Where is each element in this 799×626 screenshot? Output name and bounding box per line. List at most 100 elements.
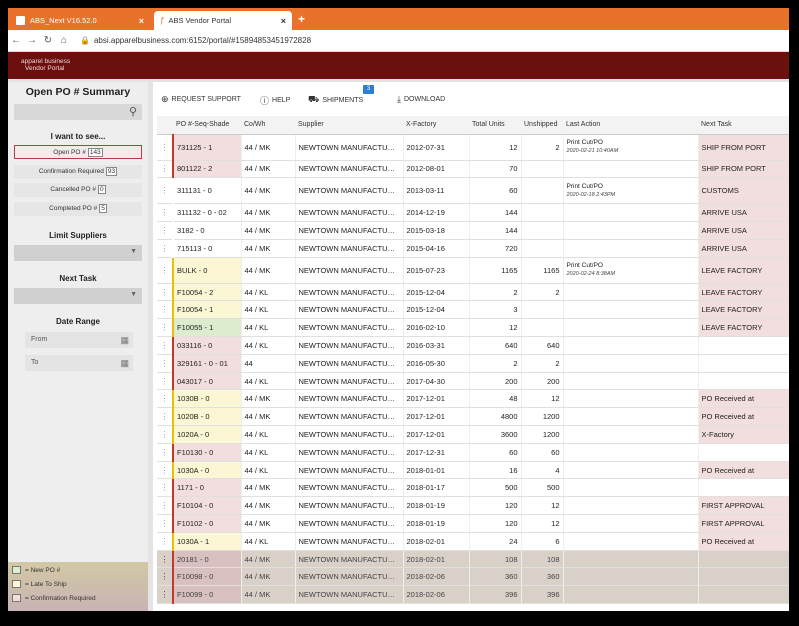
help-button[interactable]: ⓘ HELP: [260, 94, 290, 107]
cell-total-units: 12: [469, 134, 522, 161]
table-row[interactable]: ⋮ F10102 - 0 44 / MK NEWTOWN MANUFACTURI...…: [157, 514, 789, 533]
filter-open-po[interactable]: Open PO #143: [14, 145, 142, 159]
search-input[interactable]: ⚲: [14, 104, 142, 120]
row-drag-handle-icon[interactable]: ⋮: [157, 425, 174, 444]
table-row[interactable]: ⋮ 311132 - 0 - 02 44 / MK NEWTOWN MANUFACTU…: [157, 203, 789, 223]
table-row[interactable]: ⋮ F10099 - 0 44 / MK NEWTOWN MANUFACTURI...…: [157, 585, 789, 605]
row-drag-handle-icon[interactable]: ⋮: [157, 283, 174, 302]
calendar-icon[interactable]: ▦: [120, 332, 129, 348]
next-task-select[interactable]: ▼: [14, 288, 142, 304]
table-row[interactable]: ⋮ 1020A - 0 44 / KL NEWTOWN MANUFACTURI... 2…: [157, 425, 789, 444]
table-row[interactable]: ⋮ BULK - 0 44 / MK NEWTOWN MANUFACTURI... 20…: [157, 257, 789, 284]
download-button[interactable]: ⤓ DOWNLOAD: [397, 94, 445, 105]
reload-icon[interactable]: ↻: [40, 35, 56, 46]
row-drag-handle-icon[interactable]: ⋮: [157, 496, 174, 516]
row-drag-handle-icon[interactable]: ⋮: [157, 478, 174, 498]
column-header-next-task[interactable]: Next Task: [698, 116, 789, 135]
filter-completed-po[interactable]: Completed PO #5: [14, 202, 142, 216]
table-row[interactable]: ⋮ 1171 - 0 44 / MK NEWTOWN MANUFACTURI... 20…: [157, 478, 789, 498]
frame-border: [0, 0, 799, 8]
row-drag-handle-icon[interactable]: ⋮: [157, 372, 174, 391]
date-to-input[interactable]: To ▦: [25, 355, 133, 371]
supplier-select[interactable]: ▼: [14, 245, 142, 261]
row-drag-handle-icon[interactable]: ⋮: [157, 461, 174, 480]
brand-logo[interactable]: apparel business Vendor Portal: [21, 58, 70, 72]
column-header-last-action[interactable]: Last Action: [563, 116, 698, 135]
table-row[interactable]: ⋮ 311131 - 0 44 / MK NEWTOWN MANUFACTURI...…: [157, 177, 789, 205]
row-drag-handle-icon[interactable]: ⋮: [157, 550, 174, 569]
forward-icon[interactable]: →: [24, 35, 40, 46]
row-drag-handle-icon[interactable]: ⋮: [157, 203, 174, 223]
cell-co-wh: 44 / MK: [241, 407, 296, 427]
row-drag-handle-icon[interactable]: ⋮: [157, 514, 174, 533]
column-header-unshipped[interactable]: Unshipped: [521, 116, 563, 135]
cell-total-units: 144: [469, 203, 522, 223]
table-row[interactable]: ⋮ 1030A - 1 44 / KL NEWTOWN MANUFACTURI... 2…: [157, 532, 789, 551]
table-row[interactable]: ⋮ 1020B - 0 44 / MK NEWTOWN MANUFACTURI... 2…: [157, 407, 789, 427]
legend-label: = Confirmation Required: [25, 594, 96, 602]
column-header-total-units[interactable]: Total Units: [469, 116, 521, 135]
table-row[interactable]: ⋮ 715113 - 0 44 / MK NEWTOWN MANUFACTURI...…: [157, 239, 789, 258]
row-drag-handle-icon[interactable]: ⋮: [157, 221, 174, 240]
row-drag-handle-icon[interactable]: ⋮: [157, 134, 174, 161]
table-row[interactable]: ⋮ 20181 - 0 44 / MK NEWTOWN MANUFACTURI... 2…: [157, 550, 789, 569]
row-drag-handle-icon[interactable]: ⋮: [157, 567, 174, 587]
filter-label: Cancelled PO #: [50, 186, 96, 193]
table-row[interactable]: ⋮ F10098 - 0 44 / MK NEWTOWN MANUFACTURI...…: [157, 567, 789, 587]
column-header-co-wh[interactable]: Co/Wh: [241, 116, 295, 135]
row-drag-handle-icon[interactable]: ⋮: [157, 300, 174, 320]
row-drag-handle-icon[interactable]: ⋮: [157, 318, 174, 338]
date-from-input[interactable]: From ▦: [25, 332, 133, 348]
filter-confirmation-required[interactable]: Confirmation Required 93: [14, 165, 142, 179]
table-row[interactable]: ⋮ 3182 - 0 44 / MK NEWTOWN MANUFACTURI... 20…: [157, 221, 789, 240]
table-row[interactable]: ⋮ F10054 - 2 44 / KL NEWTOWN MANUFACTURI...…: [157, 283, 789, 302]
table-row[interactable]: ⋮ F10055 - 1 44 / KL NEWTOWN MANUFACTURI...…: [157, 318, 789, 338]
column-header-po[interactable]: PO #-Seq-Shade: [173, 116, 241, 135]
table-row[interactable]: ⋮ 801122 - 2 44 / MK NEWTOWN MANUFACTURI...…: [157, 160, 789, 179]
brand-line-1: apparel business: [21, 58, 71, 65]
close-tab-icon[interactable]: ×: [281, 16, 286, 26]
shipments-button[interactable]: ⛟ SHIPMENTS: [308, 94, 363, 106]
request-support-button[interactable]: ⊕ REQUEST SUPPORT: [161, 94, 241, 105]
column-header-x-factory[interactable]: X-Factory: [403, 116, 469, 135]
table-row[interactable]: ⋮ F10130 - 0 44 / KL NEWTOWN MANUFACTURI...…: [157, 443, 789, 462]
row-drag-handle-icon[interactable]: ⋮: [157, 160, 174, 179]
back-icon[interactable]: ←: [8, 35, 24, 46]
row-drag-handle-icon[interactable]: ⋮: [157, 336, 174, 355]
row-drag-handle-icon[interactable]: ⋮: [157, 239, 174, 258]
table-row[interactable]: ⋮ 731125 - 1 44 / MK NEWTOWN MANUFACTURI...…: [157, 134, 789, 161]
home-icon[interactable]: ⌂: [56, 35, 72, 46]
cell-x-factory: 2013-03-11: [403, 177, 470, 205]
lock-icon[interactable]: 🔒: [80, 36, 90, 45]
calendar-icon[interactable]: ▦: [120, 355, 129, 371]
cell-po: 3182 - 0: [173, 221, 242, 240]
url-field[interactable]: absi.apparelbusiness.com:6152/portal/#15…: [94, 36, 311, 45]
search-icon[interactable]: ⚲: [129, 105, 137, 118]
close-tab-icon[interactable]: ×: [139, 16, 144, 26]
table-row[interactable]: ⋮ 033116 - 0 44 / KL NEWTOWN MANUFACTURI...…: [157, 336, 789, 355]
row-drag-handle-icon[interactable]: ⋮: [157, 443, 174, 462]
table-row[interactable]: ⋮ 1030B - 0 44 / MK NEWTOWN MANUFACTURI... 2…: [157, 389, 789, 409]
table-row[interactable]: ⋮ 043017 - 0 44 / KL NEWTOWN MANUFACTURI...…: [157, 372, 789, 391]
row-drag-handle-icon[interactable]: ⋮: [157, 407, 174, 427]
filter-cancelled-po[interactable]: Cancelled PO #0: [14, 183, 142, 197]
row-drag-handle-icon[interactable]: ⋮: [157, 532, 174, 551]
table-row[interactable]: ⋮ F10104 - 0 44 / MK NEWTOWN MANUFACTURI...…: [157, 496, 789, 516]
table-row[interactable]: ⋮ F10054 - 1 44 / KL NEWTOWN MANUFACTURI...…: [157, 300, 789, 320]
sidebar-splitter[interactable]: [148, 82, 153, 611]
row-drag-handle-icon[interactable]: ⋮: [157, 354, 174, 373]
new-tab-icon[interactable]: +: [298, 12, 305, 26]
row-drag-handle-icon[interactable]: ⋮: [157, 257, 174, 284]
column-header-supplier[interactable]: Supplier: [295, 116, 403, 135]
table-row[interactable]: ⋮ 329161 - 0 - 01 44 NEWTOWN MANUFACTURI...…: [157, 354, 789, 373]
browser-tab-abs-next[interactable]: ABS_Next V16.52.0 ×: [10, 11, 150, 30]
cell-total-units: 360: [469, 567, 522, 587]
cell-last-action: [563, 239, 699, 258]
cell-supplier: NEWTOWN MANUFACTURI...: [295, 532, 404, 551]
table-row[interactable]: ⋮ 1030A - 0 44 / KL NEWTOWN MANUFACTURI... 2…: [157, 461, 789, 480]
row-drag-handle-icon[interactable]: ⋮: [157, 177, 174, 205]
row-drag-handle-icon[interactable]: ⋮: [157, 585, 174, 605]
browser-tab-vendor-portal[interactable]: ƒ ABS Vendor Portal ×: [154, 11, 292, 30]
row-drag-handle-icon[interactable]: ⋮: [157, 389, 174, 409]
cell-x-factory: 2012-08-01: [403, 160, 470, 179]
